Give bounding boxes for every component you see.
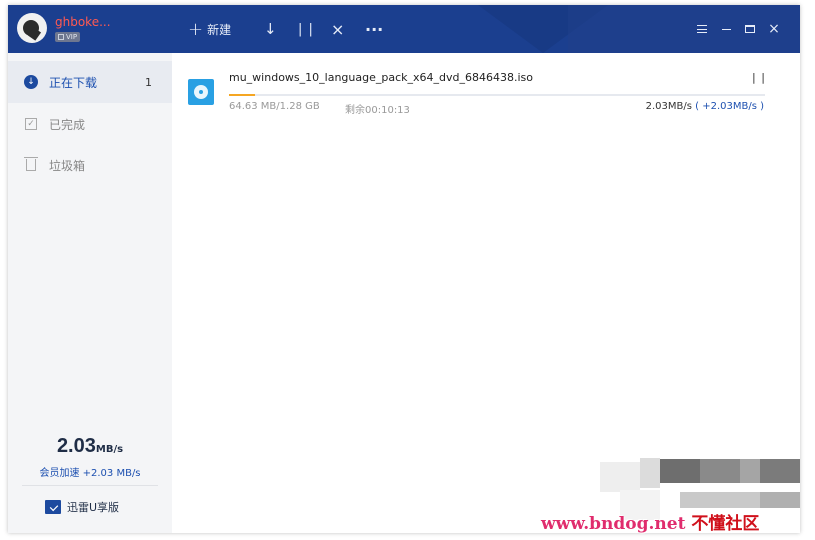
sidebar-item-label: 正在下载 (49, 75, 98, 90)
main-menu-button[interactable] (694, 5, 710, 53)
sidebar-item-trash[interactable]: 垃圾箱 (8, 144, 172, 186)
vip-badge[interactable]: VIP (55, 32, 81, 42)
close-window-button[interactable]: × (766, 5, 782, 53)
pause-button[interactable]: | | (298, 5, 314, 53)
total-speed-unit: MB/s (95, 444, 124, 455)
maximize-button[interactable] (742, 5, 758, 53)
sidebar-item-completed[interactable]: ✓ 已完成 (8, 103, 172, 145)
disc-image-icon (188, 79, 214, 105)
u-version-label: 迅雷U享版 (67, 501, 120, 514)
maximize-icon (745, 25, 755, 33)
sidebar-item-label: 已完成 (49, 117, 86, 132)
sidebar-item-label: 垃圾箱 (49, 158, 86, 173)
vip-speed-boost[interactable]: 会员加速 +2.03 MB/s (8, 464, 172, 479)
delete-button[interactable]: × (331, 5, 344, 53)
watermark-url: www.bndog.net (541, 514, 686, 534)
task-pause-button[interactable]: | | (752, 71, 766, 84)
u-version-link[interactable]: 迅雷U享版 (45, 499, 119, 515)
more-icon: ··· (365, 19, 384, 39)
task-speed-boost: ( +2.03MB/s ) (695, 101, 764, 112)
pause-icon: | | (298, 21, 314, 37)
username[interactable]: ghboke... (55, 15, 111, 29)
title-bar: ghboke... VIP + 新建 ↓ | | × ··· × (8, 5, 800, 53)
task-progress-fill (229, 94, 256, 96)
download-count-badge: 1 (145, 75, 152, 89)
task-speed: 2.03MB/s ( +2.03MB/s ) (646, 101, 764, 112)
avatar[interactable] (17, 13, 47, 43)
list-item[interactable]: mu_windows_10_language_pack_x64_dvd_6846… (172, 65, 800, 123)
task-size: 64.63 MB/1.28 GB (229, 101, 320, 112)
trash-icon (24, 157, 38, 172)
plus-icon: + (188, 18, 204, 40)
download-circle-icon: ↓ (24, 75, 38, 89)
thunder-bird-icon (45, 500, 61, 514)
task-speed-value: 2.03MB/s (645, 101, 692, 112)
divider (22, 485, 158, 486)
total-speed: 2.03MB/s (8, 435, 172, 458)
close-icon: × (768, 21, 780, 37)
total-speed-value: 2.03 (56, 435, 96, 457)
task-progress-bar (229, 94, 765, 96)
arrow-down-icon: ↓ (264, 20, 277, 38)
new-task-label: 新建 (207, 22, 232, 37)
hamburger-icon (697, 25, 707, 33)
minimize-icon (721, 28, 731, 30)
start-download-button[interactable]: ↓ (264, 5, 277, 53)
minimize-button[interactable] (718, 5, 734, 53)
more-button[interactable]: ··· (365, 5, 383, 53)
task-remaining-time: 剩余00:10:13 (345, 105, 410, 116)
sidebar: ↓ 正在下载 1 ✓ 已完成 垃圾箱 2.03MB/s 会员加速 +2.03 M… (8, 53, 172, 533)
watermark-name: 不懂社区 (691, 514, 760, 534)
close-icon: × (331, 19, 345, 39)
watermark: www.bndog.net 不懂社区 (541, 509, 759, 534)
sidebar-item-downloading[interactable]: ↓ 正在下载 1 (8, 61, 172, 103)
task-filename: mu_windows_10_language_pack_x64_dvd_6846… (229, 71, 533, 84)
pause-icon: | | (752, 71, 766, 84)
vip-icon (58, 34, 64, 40)
new-task-button[interactable]: + 新建 (188, 5, 231, 53)
check-box-icon: ✓ (24, 117, 38, 131)
vip-badge-label: VIP (66, 33, 78, 41)
